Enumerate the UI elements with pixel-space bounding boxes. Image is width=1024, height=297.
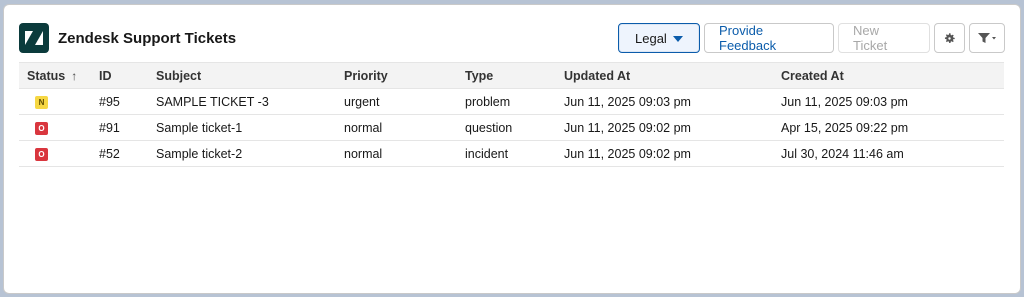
tickets-card: Zendesk Support Tickets Legal Provide Fe…: [3, 4, 1021, 294]
provide-feedback-button[interactable]: Provide Feedback: [704, 23, 834, 53]
view-selector-label: Legal: [635, 30, 667, 46]
table-row[interactable]: N #95 SAMPLE TICKET -3 urgent problem Jun 11,…: [19, 88, 1004, 115]
column-header-updated-at[interactable]: Updated At: [556, 62, 773, 89]
ticket-created-at: Apr 15, 2025 09:22 pm: [781, 120, 909, 135]
tickets-table: Status ↑ ID Subject Priority Type Updated…: [19, 62, 1004, 167]
ticket-priority: normal: [344, 120, 383, 135]
ticket-updated-at: Jun 11, 2025 09:02 pm: [564, 120, 691, 135]
gear-icon: [944, 32, 955, 43]
table-cell-status: O: [19, 140, 91, 167]
page-title: Zendesk Support Tickets: [58, 30, 237, 47]
table-cell-updated: Jun 11, 2025 09:02 pm: [556, 140, 773, 167]
caret-down-icon: [673, 36, 683, 42]
table-cell-id: #95: [91, 88, 148, 115]
table-cell-id: #91: [91, 114, 148, 141]
filter-icon: [978, 33, 996, 43]
zendesk-logo-icon: [19, 23, 49, 53]
ticket-id-link[interactable]: #95: [99, 95, 120, 109]
table-cell-status: O: [19, 114, 91, 141]
table-cell-created: Jun 11, 2025 09:03 pm: [773, 88, 1004, 115]
status-badge: O: [35, 122, 48, 135]
view-selector-button[interactable]: Legal: [618, 23, 700, 53]
new-ticket-button[interactable]: New Ticket: [838, 23, 930, 53]
ticket-subject[interactable]: SAMPLE TICKET -3: [156, 95, 269, 109]
table-cell-type: incident: [457, 140, 556, 167]
filter-button[interactable]: [969, 23, 1005, 53]
table-cell-priority: normal: [336, 114, 457, 141]
status-badge: N: [35, 96, 48, 109]
ticket-id-link[interactable]: #52: [99, 147, 120, 161]
ticket-type: incident: [465, 146, 509, 161]
ticket-created-at: Jul 30, 2024 11:46 am: [781, 146, 904, 161]
ticket-priority: urgent: [344, 94, 380, 109]
ticket-id-link[interactable]: #91: [99, 121, 120, 135]
table-cell-type: question: [457, 114, 556, 141]
status-badge: O: [35, 148, 48, 161]
table-cell-priority: normal: [336, 140, 457, 167]
table-cell-status: N: [19, 88, 91, 115]
table-cell-created: Apr 15, 2025 09:22 pm: [773, 114, 1004, 141]
table-header-row: Status ↑ ID Subject Priority Type Updated…: [19, 62, 1004, 89]
ticket-subject[interactable]: Sample ticket-2: [156, 147, 242, 161]
card-header: Zendesk Support Tickets Legal Provide Fe…: [19, 21, 1005, 55]
ticket-type: question: [465, 120, 513, 135]
table-cell-type: problem: [457, 88, 556, 115]
table-cell-priority: urgent: [336, 88, 457, 115]
column-header-id[interactable]: ID: [91, 62, 148, 89]
table-cell-updated: Jun 11, 2025 09:02 pm: [556, 114, 773, 141]
ticket-updated-at: Jun 11, 2025 09:02 pm: [564, 146, 691, 161]
table-cell-id: #52: [91, 140, 148, 167]
table-cell-subject: Sample ticket-1: [148, 114, 336, 141]
column-header-type[interactable]: Type: [457, 62, 556, 89]
table-cell-created: Jul 30, 2024 11:46 am: [773, 140, 1004, 167]
column-header-status[interactable]: Status ↑: [19, 62, 91, 89]
table-row[interactable]: O #52 Sample ticket-2 normal incident Jun 11,…: [19, 140, 1004, 167]
column-header-created-at[interactable]: Created At: [773, 62, 1004, 89]
sort-ascending-icon: ↑: [71, 68, 78, 83]
ticket-updated-at: Jun 11, 2025 09:03 pm: [564, 94, 691, 109]
column-header-priority[interactable]: Priority: [336, 62, 457, 89]
table-cell-subject: SAMPLE TICKET -3: [148, 88, 336, 115]
table-cell-updated: Jun 11, 2025 09:03 pm: [556, 88, 773, 115]
ticket-subject[interactable]: Sample ticket-1: [156, 121, 242, 135]
ticket-type: problem: [465, 94, 511, 109]
settings-button[interactable]: [934, 23, 965, 53]
ticket-priority: normal: [344, 146, 383, 161]
table-row[interactable]: O #91 Sample ticket-1 normal question Jun 11,…: [19, 114, 1004, 141]
header-actions: Legal Provide Feedback New Ticket: [618, 23, 1005, 53]
column-header-subject[interactable]: Subject: [148, 62, 336, 89]
ticket-created-at: Jun 11, 2025 09:03 pm: [781, 94, 908, 109]
table-cell-subject: Sample ticket-2: [148, 140, 336, 167]
